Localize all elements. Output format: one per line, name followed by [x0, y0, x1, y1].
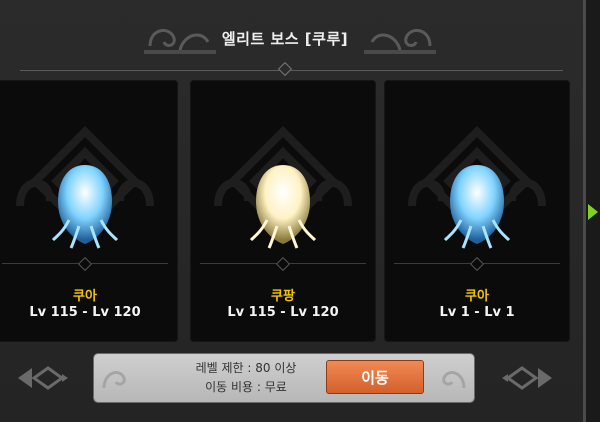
card-divider-diamond: [275, 256, 291, 272]
boss-card[interactable]: 쿠아 Lv 115 - Lv 120: [0, 80, 178, 342]
next-arrow-icon[interactable]: [500, 360, 556, 396]
boss-card[interactable]: 쿠팡 Lv 115 - Lv 120: [190, 80, 376, 342]
move-button[interactable]: 이동: [326, 360, 424, 394]
prev-arrow-icon[interactable]: [14, 360, 70, 396]
boss-name: 쿠아: [73, 289, 97, 304]
travel-cost-text: 이동 비용 : 무료: [205, 380, 287, 394]
level-range: Lv 115 - Lv 120: [29, 305, 141, 320]
level-range: Lv 115 - Lv 120: [227, 305, 339, 320]
level-range: Lv 1 - Lv 1: [439, 305, 515, 320]
title-band: 엘리트 보스 [쿠루]: [0, 0, 586, 70]
card-divider-diamond: [469, 256, 485, 272]
card-divider-diamond: [77, 256, 93, 272]
level-limit-text: 레벨 제한 : 80 이상: [195, 361, 297, 375]
bar-ornament-icon: [102, 371, 126, 389]
creature-icon: [443, 165, 511, 249]
creature-icon: [51, 165, 119, 249]
edge-arrow-icon[interactable]: [586, 202, 600, 222]
info-text: 레벨 제한 : 80 이상 이동 비용 : 무료: [156, 359, 336, 397]
right-ornament-icon: [364, 29, 436, 54]
bar-ornament-icon: [442, 371, 466, 389]
creature-icon: [249, 165, 317, 249]
elite-boss-panel: 엘리트 보스 [쿠루] 쿠아 Lv 115 - Lv 120 쿠팡 Lv 115…: [0, 0, 586, 422]
bottom-info-bar: 레벨 제한 : 80 이상 이동 비용 : 무료 이동: [94, 354, 474, 402]
title-divider: [20, 70, 563, 71]
boss-card[interactable]: 쿠아 Lv 1 - Lv 1: [384, 80, 570, 342]
page-title: 엘리트 보스 [쿠루]: [221, 30, 349, 48]
boss-name: 쿠아: [465, 289, 489, 304]
boss-name: 쿠팡: [271, 289, 295, 304]
